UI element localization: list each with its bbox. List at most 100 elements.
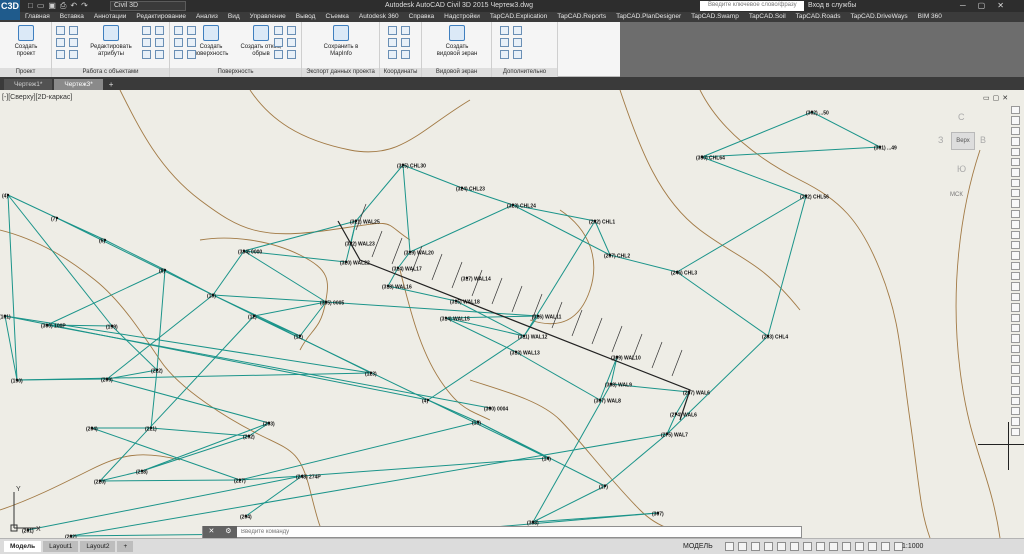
nav-tool-icon[interactable] bbox=[1010, 323, 1020, 333]
osnap-icon[interactable] bbox=[777, 542, 786, 551]
close-icon[interactable]: ✕ bbox=[997, 0, 1004, 11]
small-tool-icon[interactable] bbox=[155, 26, 164, 35]
add-layout-icon[interactable]: + bbox=[117, 541, 134, 552]
nav-tool-icon[interactable] bbox=[1010, 126, 1020, 136]
restore-viewport-icon[interactable]: ▢ bbox=[993, 94, 1000, 102]
ribbon-tab[interactable]: Редактирование bbox=[131, 12, 191, 22]
ribbon-tab[interactable]: TapCAD.Explication bbox=[485, 12, 552, 22]
model-space-button[interactable]: МОДЕЛЬ bbox=[683, 542, 713, 552]
workspace-select[interactable]: Civil 3D bbox=[110, 1, 186, 11]
workspace-icon[interactable] bbox=[868, 542, 877, 551]
tab-layout2[interactable]: Layout2 bbox=[80, 541, 116, 552]
open-file-icon[interactable]: ▭ bbox=[37, 1, 45, 11]
small-tool-icon[interactable] bbox=[174, 38, 183, 47]
nav-tool-icon[interactable] bbox=[1010, 178, 1020, 187]
nav-tool-icon[interactable] bbox=[1010, 157, 1020, 167]
nav-tool-icon[interactable] bbox=[1010, 137, 1020, 146]
nav-tool-icon[interactable] bbox=[1010, 417, 1020, 426]
small-tool-icon[interactable] bbox=[187, 38, 196, 47]
small-tool-icon[interactable] bbox=[401, 38, 410, 47]
small-tool-icon[interactable] bbox=[274, 38, 283, 47]
maximize-icon[interactable]: ▢ bbox=[978, 0, 986, 11]
nav-tool-icon[interactable] bbox=[1010, 220, 1020, 229]
close-viewport-icon[interactable]: ✕ bbox=[1002, 94, 1008, 102]
small-tool-icon[interactable] bbox=[69, 26, 78, 35]
grid-icon[interactable] bbox=[725, 542, 734, 551]
nav-tool-icon[interactable] bbox=[1010, 334, 1020, 343]
wcs-menu[interactable]: МСК bbox=[950, 192, 963, 198]
annotation-icon[interactable] bbox=[842, 542, 851, 551]
nav-tool-icon[interactable] bbox=[1010, 292, 1020, 302]
nav-tool-icon[interactable] bbox=[1010, 303, 1020, 312]
isolate-icon[interactable] bbox=[881, 542, 890, 551]
wrench-icon[interactable]: ⚙ bbox=[225, 526, 231, 538]
print-icon[interactable]: ⎙ bbox=[60, 1, 66, 11]
nav-tool-icon[interactable] bbox=[1010, 272, 1020, 281]
small-tool-icon[interactable] bbox=[69, 38, 78, 47]
nav-tool-icon[interactable] bbox=[1010, 355, 1020, 364]
transparency-icon[interactable] bbox=[816, 542, 825, 551]
nav-tool-icon[interactable] bbox=[1010, 240, 1020, 250]
new-file-icon[interactable]: □ bbox=[28, 1, 33, 11]
nav-tool-icon[interactable] bbox=[1010, 375, 1020, 385]
new-tab-icon[interactable]: + bbox=[105, 79, 118, 90]
minimize-icon[interactable]: ─ bbox=[960, 0, 966, 11]
ribbon-tab[interactable]: Главная bbox=[20, 12, 55, 22]
nav-tool-icon[interactable] bbox=[1010, 406, 1020, 416]
small-tool-icon[interactable] bbox=[174, 26, 183, 35]
small-tool-icon[interactable] bbox=[155, 50, 164, 59]
nav-tool-icon[interactable] bbox=[1010, 106, 1020, 115]
small-tool-icon[interactable] bbox=[69, 50, 78, 59]
small-tool-icon[interactable] bbox=[187, 50, 196, 59]
ribbon-tab[interactable]: Управление bbox=[245, 12, 291, 22]
small-tool-icon[interactable] bbox=[187, 26, 196, 35]
small-tool-icon[interactable] bbox=[287, 50, 296, 59]
panel-title[interactable]: Проект bbox=[0, 68, 51, 77]
ribbon-tab[interactable]: Вывод bbox=[291, 12, 321, 22]
nav-tool-icon[interactable] bbox=[1010, 261, 1020, 270]
redo-icon[interactable]: ↷ bbox=[81, 1, 88, 11]
small-tool-icon[interactable] bbox=[142, 38, 151, 47]
signin-button[interactable]: Вход в службы bbox=[808, 1, 856, 11]
small-tool-icon[interactable] bbox=[388, 50, 397, 59]
small-tool-icon[interactable] bbox=[513, 38, 522, 47]
small-tool-icon[interactable] bbox=[274, 50, 283, 59]
small-tool-icon[interactable] bbox=[287, 38, 296, 47]
small-tool-icon[interactable] bbox=[500, 26, 509, 35]
ribbon-tab[interactable]: Надстройки bbox=[439, 12, 485, 22]
close-icon[interactable]: ✕ bbox=[208, 526, 214, 538]
ribbon-tab[interactable]: Аннотации bbox=[89, 12, 132, 22]
panel-title[interactable]: Дополнительно bbox=[492, 68, 557, 77]
ribbon-big-button[interactable]: Создать проект bbox=[12, 25, 40, 58]
small-tool-icon[interactable] bbox=[56, 50, 65, 59]
nav-tool-icon[interactable] bbox=[1010, 230, 1020, 239]
panel-title[interactable]: Поверхность bbox=[170, 68, 301, 77]
nav-tool-icon[interactable] bbox=[1010, 199, 1020, 208]
command-input[interactable] bbox=[237, 527, 801, 537]
small-tool-icon[interactable] bbox=[401, 26, 410, 35]
tab-layout1[interactable]: Layout1 bbox=[43, 541, 79, 552]
nav-tool-icon[interactable] bbox=[1010, 168, 1020, 177]
ribbon-tab[interactable]: Вставка bbox=[55, 12, 89, 22]
ribbon-tab[interactable]: Вид bbox=[223, 12, 245, 22]
doc-tab[interactable]: Чертеж1* bbox=[4, 79, 53, 90]
app-logo[interactable]: C3D bbox=[0, 0, 20, 20]
small-tool-icon[interactable] bbox=[388, 38, 397, 47]
selection-cycling-icon[interactable] bbox=[829, 542, 838, 551]
nav-tool-icon[interactable] bbox=[1010, 386, 1020, 395]
autoscale-icon[interactable] bbox=[855, 542, 864, 551]
polar-icon[interactable] bbox=[764, 542, 773, 551]
small-tool-icon[interactable] bbox=[142, 50, 151, 59]
nav-tool-icon[interactable] bbox=[1010, 116, 1020, 125]
viewcube[interactable]: С З В Ю Верх МСК bbox=[938, 108, 988, 206]
nav-tool-icon[interactable] bbox=[1010, 427, 1020, 436]
ribbon-big-button[interactable]: Редактировать атрибуты bbox=[86, 25, 136, 58]
small-tool-icon[interactable] bbox=[56, 26, 65, 35]
nav-tool-icon[interactable] bbox=[1010, 209, 1020, 219]
small-tool-icon[interactable] bbox=[513, 26, 522, 35]
lineweight-icon[interactable] bbox=[803, 542, 812, 551]
small-tool-icon[interactable] bbox=[401, 50, 410, 59]
panel-title[interactable]: Экспорт данных проекта bbox=[302, 68, 379, 77]
viewcube-south[interactable]: Ю bbox=[957, 164, 966, 174]
annotation-scale[interactable]: 1:1000 bbox=[902, 542, 923, 552]
